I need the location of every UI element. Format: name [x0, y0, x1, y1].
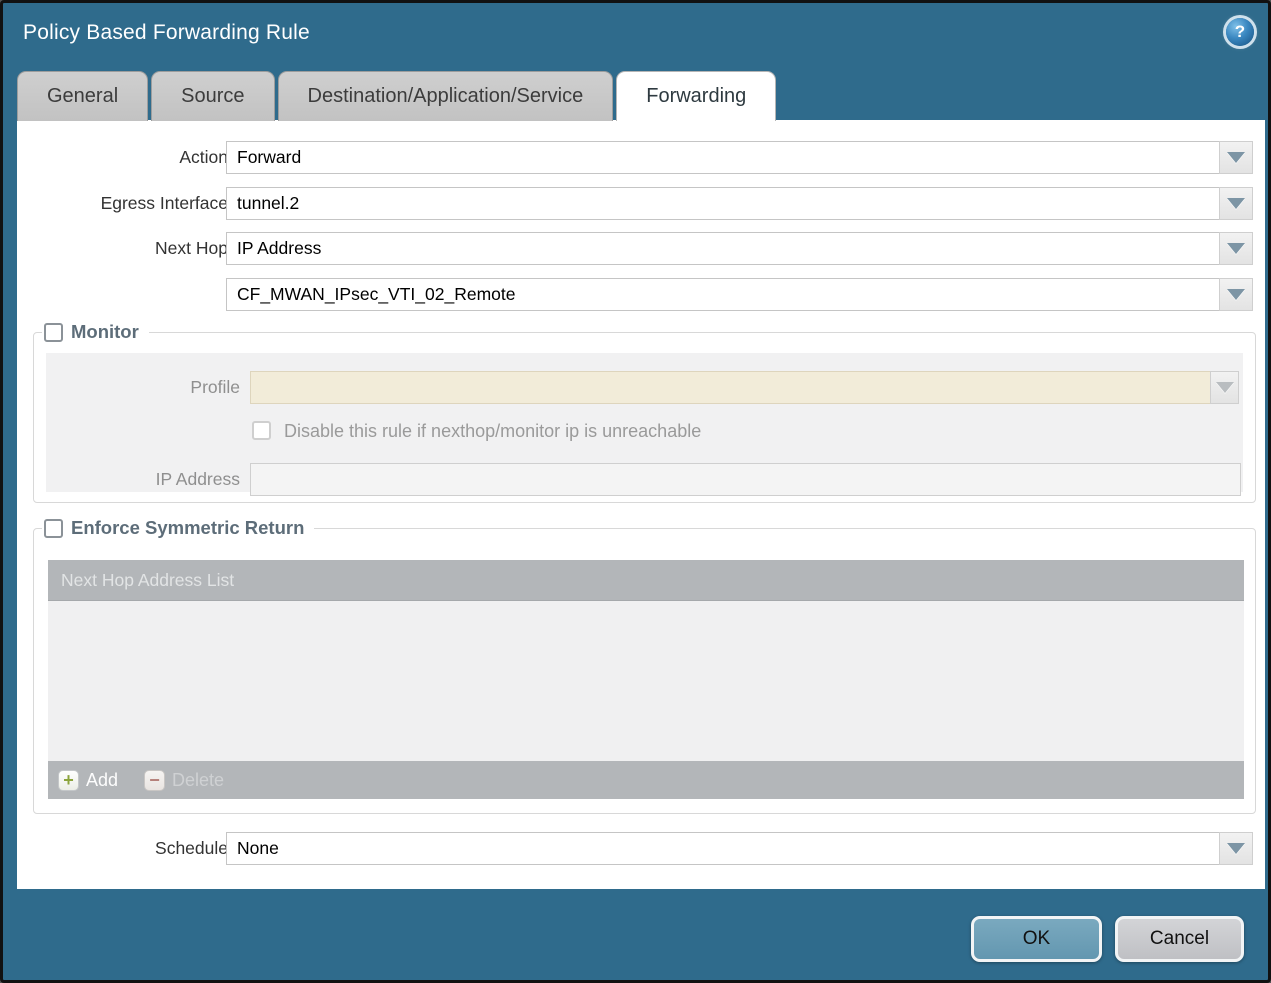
- action-select[interactable]: Forward: [226, 141, 1220, 174]
- chevron-down-icon: [1227, 198, 1245, 209]
- tab-source[interactable]: Source: [151, 71, 274, 121]
- action-label: Action: [28, 141, 228, 174]
- dialog-title: Policy Based Forwarding Rule: [23, 21, 310, 45]
- monitor-ip-address-label: IP Address: [40, 463, 240, 496]
- chevron-down-icon: [1227, 243, 1245, 254]
- monitor-legend: Monitor: [42, 321, 149, 343]
- symmetric-return-legend: Enforce Symmetric Return: [42, 517, 314, 539]
- egress-interface-dropdown-button[interactable]: [1219, 187, 1253, 220]
- forwarding-tab-panel: Action Forward Egress Interface tunnel.2…: [17, 120, 1265, 889]
- next-hop-type-select[interactable]: IP Address: [226, 232, 1220, 265]
- next-hop-type-dropdown-button[interactable]: [1219, 232, 1253, 265]
- add-button-label: Add: [86, 770, 118, 791]
- tab-forwarding[interactable]: Forwarding: [616, 71, 776, 121]
- next-hop-address-list-body[interactable]: [48, 601, 1244, 761]
- profile-select: [250, 371, 1211, 404]
- pbf-rule-dialog: Policy Based Forwarding Rule ? General S…: [0, 0, 1271, 983]
- symmetric-return-section: Enforce Symmetric Return Next Hop Addres…: [33, 528, 1256, 814]
- add-button[interactable]: + Add: [58, 770, 118, 791]
- chevron-down-icon: [1227, 843, 1245, 854]
- help-question-glyph: ?: [1235, 22, 1245, 42]
- disable-rule-checkbox: [252, 421, 271, 440]
- next-hop-label: Next Hop: [28, 232, 228, 265]
- chevron-down-icon: [1216, 382, 1234, 393]
- symmetric-return-legend-label: Enforce Symmetric Return: [71, 517, 304, 539]
- next-hop-address-table: Next Hop Address List + Add − Delete: [48, 560, 1244, 799]
- ok-button[interactable]: OK: [971, 916, 1102, 962]
- egress-interface-select[interactable]: tunnel.2: [226, 187, 1220, 220]
- monitor-section: Monitor Profile Disable this rule if nex…: [33, 332, 1256, 503]
- disable-rule-label: Disable this rule if nexthop/monitor ip …: [284, 420, 701, 442]
- enforce-symmetric-return-checkbox[interactable]: [44, 519, 63, 538]
- profile-label: Profile: [40, 371, 240, 404]
- delete-button: − Delete: [144, 770, 224, 791]
- profile-dropdown-button: [1210, 371, 1239, 404]
- schedule-label: Schedule: [28, 832, 228, 865]
- schedule-dropdown-button[interactable]: [1219, 832, 1253, 865]
- action-dropdown-button[interactable]: [1219, 141, 1253, 174]
- monitor-checkbox[interactable]: [44, 323, 63, 342]
- monitor-ip-address-input: [250, 463, 1241, 496]
- cancel-button[interactable]: Cancel: [1115, 916, 1244, 962]
- egress-interface-label: Egress Interface: [28, 187, 228, 220]
- next-hop-address-dropdown-button[interactable]: [1219, 278, 1253, 311]
- help-icon[interactable]: ?: [1226, 18, 1254, 46]
- chevron-down-icon: [1227, 152, 1245, 163]
- next-hop-address-list-column-header: Next Hop Address List: [48, 560, 1244, 601]
- next-hop-address-list-toolbar: + Add − Delete: [48, 761, 1244, 799]
- next-hop-address-select[interactable]: CF_MWAN_IPsec_VTI_02_Remote: [226, 278, 1220, 311]
- tab-destination-application-service[interactable]: Destination/Application/Service: [278, 71, 614, 121]
- monitor-legend-label: Monitor: [71, 321, 139, 343]
- minus-icon: −: [144, 770, 165, 791]
- schedule-select[interactable]: None: [226, 832, 1220, 865]
- delete-button-label: Delete: [172, 770, 224, 791]
- tab-general[interactable]: General: [17, 71, 148, 121]
- plus-icon: +: [58, 770, 79, 791]
- tab-bar: General Source Destination/Application/S…: [17, 71, 776, 121]
- chevron-down-icon: [1227, 289, 1245, 300]
